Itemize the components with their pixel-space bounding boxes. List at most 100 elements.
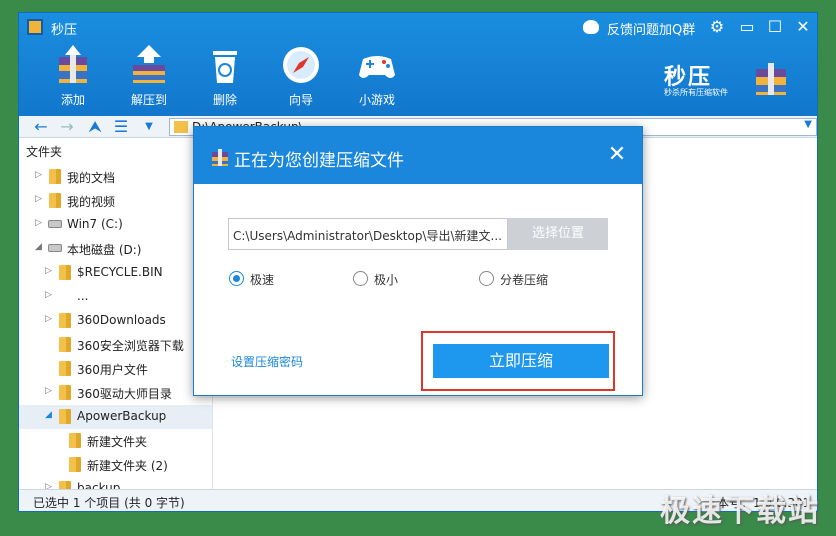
- tree-item[interactable]: ▷ ...: [19, 285, 212, 309]
- brand-tagline: 秒杀所有压缩软件: [664, 88, 728, 97]
- mode-smallest-radio[interactable]: 极小: [353, 270, 413, 288]
- expand-arrow-icon[interactable]: ▷: [45, 482, 52, 489]
- radio-circle: [229, 271, 244, 286]
- toolbar-add-label: 添加: [60, 93, 85, 107]
- folder-icon: [174, 121, 188, 133]
- folder-icon: [69, 433, 81, 448]
- qq-icon[interactable]: [583, 20, 599, 34]
- gamepad-icon: [359, 56, 395, 78]
- tree-item[interactable]: 360用户文件: [19, 357, 212, 381]
- tree-item-selected[interactable]: ◢ ApowerBackup: [19, 405, 212, 429]
- tree-item-label: ...: [77, 289, 89, 303]
- radio-circle: [353, 271, 368, 286]
- back-arrow-icon[interactable]: ←: [31, 117, 51, 137]
- folder-icon: [59, 337, 71, 352]
- dialog-close-icon[interactable]: ✕: [604, 142, 630, 168]
- close-button[interactable]: ✕: [793, 17, 813, 37]
- folder-icon: [49, 193, 61, 208]
- radio-label: 分卷压缩: [500, 273, 549, 287]
- expand-arrow-icon[interactable]: ▷: [45, 314, 52, 324]
- mode-split-radio[interactable]: 分卷压缩: [479, 270, 569, 288]
- folder-icon: [59, 481, 71, 489]
- toolbar-add-button[interactable]: 添加: [43, 45, 103, 111]
- expand-arrow-icon[interactable]: ▷: [35, 218, 42, 228]
- tree-item[interactable]: 360安全浏览器下载: [19, 333, 212, 357]
- tree-item-label: backup: [77, 481, 121, 489]
- expand-arrow-icon[interactable]: ▷: [45, 386, 52, 396]
- toolbar-extract-button[interactable]: 解压到: [119, 45, 179, 111]
- expand-arrow-icon[interactable]: ▷: [45, 290, 52, 300]
- folder-icon: [59, 265, 71, 280]
- tree-item-label: 本地磁盘 (D:): [67, 243, 142, 257]
- trash-icon: [213, 51, 237, 83]
- folder-icon: [49, 169, 61, 184]
- drive-icon: [48, 220, 62, 228]
- radio-circle: [479, 271, 494, 286]
- expand-arrow-icon[interactable]: ▷: [35, 194, 42, 204]
- view-mode-icon[interactable]: ☰: [111, 117, 131, 137]
- drive-icon: [48, 244, 62, 252]
- tree-item-label: 360Downloads: [77, 313, 166, 327]
- folder-icon: [59, 409, 71, 424]
- tree-item-label: Win7 (C:): [67, 217, 123, 231]
- tree-item[interactable]: ▷ backup: [19, 477, 212, 489]
- tree-item[interactable]: ▷ 我的文档: [19, 165, 212, 189]
- output-path-field[interactable]: C:\Users\Administrator\Desktop\导出\新建文...: [228, 218, 508, 250]
- compress-dialog: 正在为您创建压缩文件 ✕ C:\Users\Administrator\Desk…: [193, 126, 643, 396]
- tree-item-label: 我的视频: [67, 195, 116, 209]
- set-password-link[interactable]: 设置压缩密码: [231, 353, 303, 370]
- toolbar-delete-button[interactable]: 删除: [195, 45, 255, 111]
- tree-item-label: 新建文件夹: [87, 435, 148, 449]
- toolbar-wizard-button[interactable]: 向导: [271, 45, 331, 111]
- mode-fast-radio[interactable]: 极速: [229, 270, 289, 288]
- folder-sidebar: 文件夹 ▷ 我的文档 ▷ 我的视频 ▷ Win7 (C:) ◢ 本地磁盘 (D:…: [19, 139, 213, 489]
- collapse-arrow-icon[interactable]: ◢: [45, 410, 52, 420]
- toolbar-game-button[interactable]: 小游戏: [347, 45, 407, 111]
- tree-item[interactable]: ▷ $RECYCLE.BIN: [19, 261, 212, 285]
- maximize-button[interactable]: ☐: [765, 17, 785, 37]
- tree-item[interactable]: ◢ 本地磁盘 (D:): [19, 237, 212, 261]
- feedback-link[interactable]: 反馈问题加Q群: [607, 19, 695, 38]
- settings-gear-icon[interactable]: ⚙: [707, 17, 727, 37]
- expand-arrow-icon[interactable]: ▷: [45, 266, 52, 276]
- expand-arrow-icon[interactable]: ▷: [35, 170, 42, 180]
- choose-location-button[interactable]: 选择位置: [508, 218, 608, 250]
- tree-item[interactable]: ▷ 360Downloads: [19, 309, 212, 333]
- tree-item[interactable]: ▷ Win7 (C:): [19, 213, 212, 237]
- toolbar-wizard-label: 向导: [288, 93, 313, 107]
- tree-item-label: $RECYCLE.BIN: [77, 265, 163, 279]
- forward-arrow-icon[interactable]: →: [57, 117, 77, 137]
- compress-now-button[interactable]: 立即压缩: [433, 344, 609, 378]
- folder-icon: [59, 361, 71, 376]
- toolbar-game-label: 小游戏: [358, 93, 395, 107]
- collapse-arrow-icon[interactable]: ◢: [35, 242, 42, 252]
- toolbar-extract-label: 解压到: [130, 93, 167, 107]
- tree-item-label: 新建文件夹 (2): [87, 459, 168, 473]
- tree-item[interactable]: ▷ 我的视频: [19, 189, 212, 213]
- output-path-value: C:\Users\Administrator\Desktop\导出\新建文...: [233, 229, 502, 243]
- folder-icon: [69, 457, 81, 472]
- tree-item-label: 360用户文件: [77, 363, 148, 377]
- watermark-text: 极速下载站: [660, 494, 820, 529]
- view-dropdown-icon[interactable]: ▼: [139, 117, 159, 137]
- toolbar-delete-label: 删除: [212, 93, 237, 107]
- up-folder-icon[interactable]: ⮝: [85, 117, 105, 137]
- folder-icon: [59, 385, 71, 400]
- tree-item-label: 我的文档: [67, 171, 116, 185]
- header: 秒压 反馈问题加Q群 ⚙ ▭ ☐ ✕ 添加 解压到 删除 向导 小游戏 秒压 秒…: [19, 13, 817, 116]
- app-title: 秒压: [51, 23, 78, 38]
- minimize-button[interactable]: ▭: [737, 17, 757, 37]
- title-bar: 秒压 反馈问题加Q群 ⚙ ▭ ☐ ✕: [19, 13, 817, 41]
- tree-item-label: 360安全浏览器下载: [77, 339, 184, 353]
- selection-status: 已选中 1 个项目 (共 0 字节): [33, 496, 185, 510]
- dialog-header: 正在为您创建压缩文件 ✕: [194, 127, 642, 184]
- tree-item[interactable]: 新建文件夹 (2): [19, 453, 212, 477]
- path-dropdown-icon[interactable]: ▼: [804, 119, 812, 130]
- archive-add-icon: [59, 45, 87, 83]
- dialog-title: 正在为您创建压缩文件: [234, 151, 404, 171]
- extract-icon: [133, 45, 165, 83]
- tree-item[interactable]: 新建文件夹: [19, 429, 212, 453]
- sidebar-header: 文件夹: [26, 145, 63, 159]
- tree-item[interactable]: ▷ 360驱动大师目录: [19, 381, 212, 405]
- radio-label: 极小: [374, 273, 399, 287]
